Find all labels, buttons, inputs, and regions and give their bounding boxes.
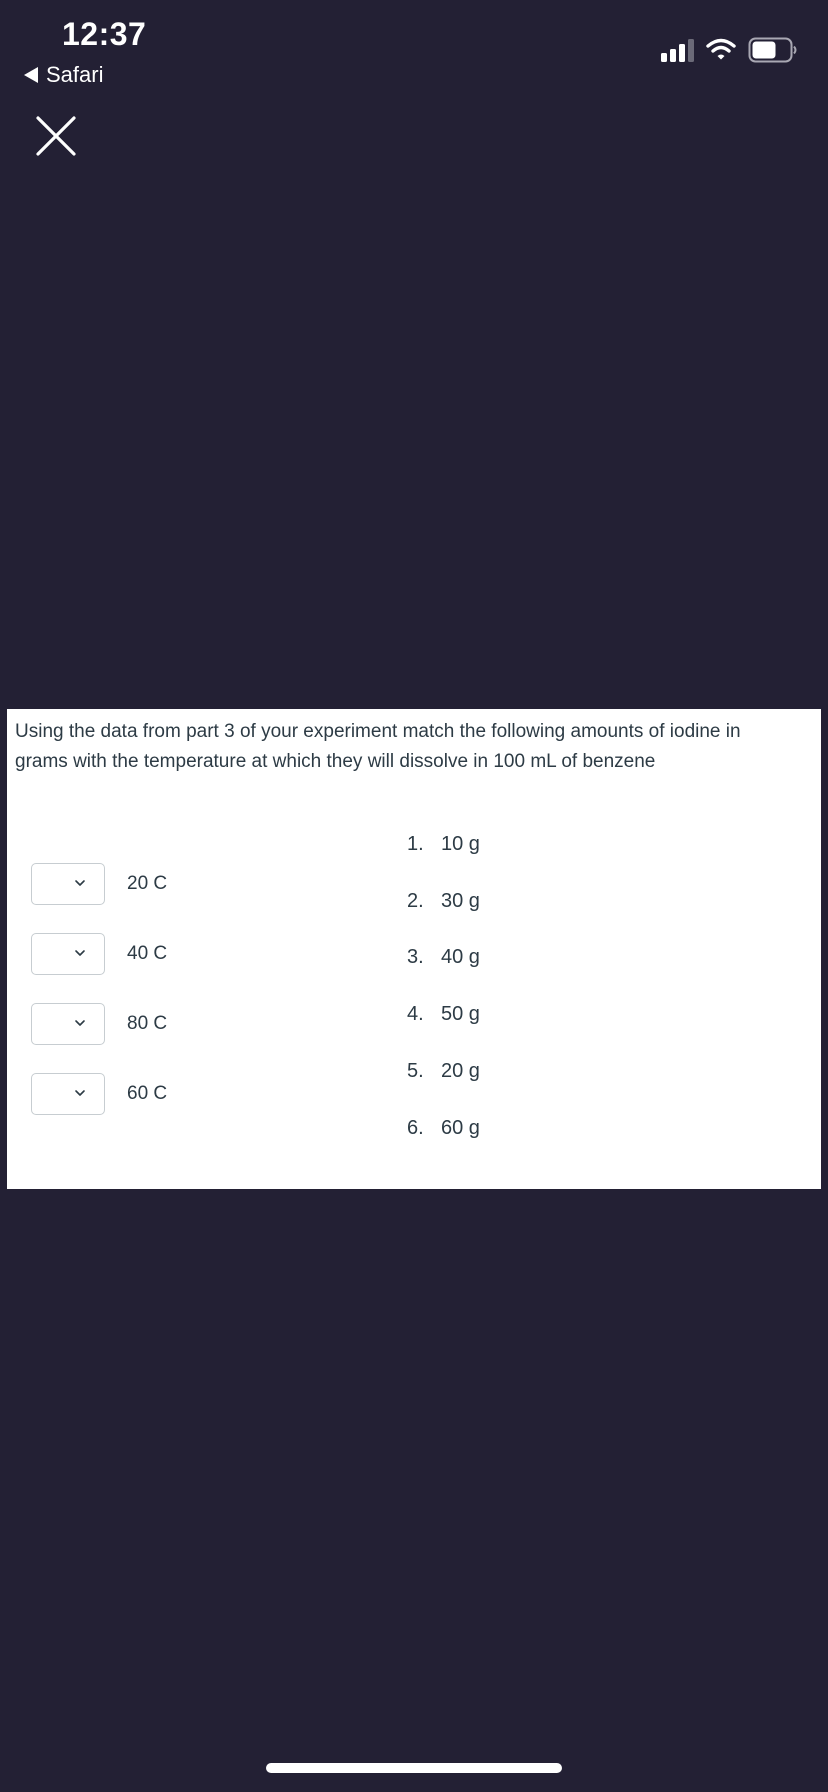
battery-icon — [748, 37, 798, 63]
match-select-4[interactable] — [31, 1073, 105, 1115]
answer-item: 6. 60 g — [407, 1117, 480, 1140]
chevron-down-icon — [75, 1020, 85, 1026]
match-select-1[interactable] — [31, 863, 105, 905]
signal-icon — [661, 38, 694, 62]
match-label: 40 C — [127, 943, 168, 964]
wifi-icon — [706, 38, 736, 62]
status-time: 12:37 — [62, 16, 147, 52]
answer-item: 4. 50 g — [407, 1003, 480, 1026]
back-to-safari-link[interactable]: Safari — [24, 62, 103, 88]
back-arrow-icon — [24, 67, 38, 83]
status-icons — [661, 36, 798, 64]
answer-number: 5. — [407, 1060, 424, 1082]
answer-item: 2. 30 g — [407, 890, 480, 913]
answer-value: 40 g — [441, 946, 480, 968]
match-label: 80 C — [127, 1013, 168, 1034]
match-row: 20 C — [31, 862, 167, 906]
match-select-2[interactable] — [31, 933, 105, 975]
back-label: Safari — [46, 62, 104, 87]
answer-value: 50 g — [441, 1003, 480, 1025]
chevron-down-icon — [75, 880, 85, 886]
match-row: 60 C — [31, 1072, 167, 1116]
answer-number: 1. — [407, 833, 424, 855]
close-icon — [36, 116, 76, 156]
home-indicator[interactable] — [266, 1763, 562, 1773]
answer-value: 30 g — [441, 890, 480, 912]
answer-item: 5. 20 g — [407, 1060, 480, 1083]
chevron-down-icon — [75, 950, 85, 956]
question-panel: Using the data from part 3 of your exper… — [7, 709, 821, 1189]
match-row: 80 C — [31, 1002, 167, 1046]
match-label: 60 C — [127, 1083, 168, 1104]
chevron-down-icon — [75, 1090, 85, 1096]
answer-value: 20 g — [441, 1060, 480, 1082]
answer-value: 10 g — [441, 833, 480, 855]
match-label: 20 C — [127, 873, 168, 894]
answer-item: 3. 40 g — [407, 946, 480, 969]
answer-number: 2. — [407, 890, 424, 912]
answer-item: 1. 10 g — [407, 833, 480, 856]
match-select-3[interactable] — [31, 1003, 105, 1045]
answer-number: 6. — [407, 1117, 424, 1139]
match-row: 40 C — [31, 932, 167, 976]
close-button[interactable] — [34, 114, 78, 158]
question-text: Using the data from part 3 of your exper… — [15, 721, 741, 772]
answer-value: 60 g — [441, 1117, 480, 1139]
answer-number: 3. — [407, 946, 424, 968]
answer-number: 4. — [407, 1003, 424, 1025]
